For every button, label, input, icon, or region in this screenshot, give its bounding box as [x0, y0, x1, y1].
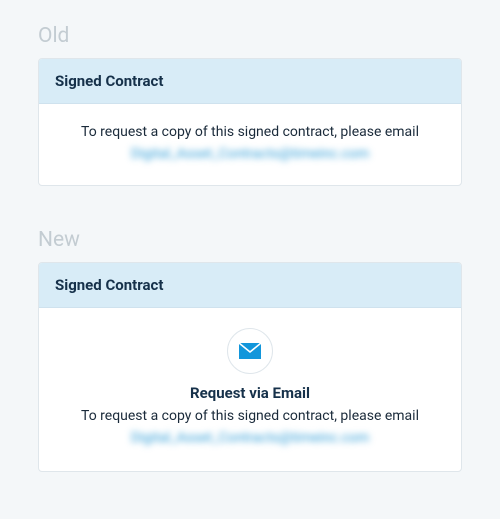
section-gap: [38, 186, 462, 228]
contact-email-new[interactable]: Digital_Asset_Contracts@timeinc.com: [131, 428, 369, 449]
card-new: Signed Contract Request via Email To req…: [38, 262, 462, 472]
card-header-new: Signed Contract: [39, 263, 461, 308]
card-header-old: Signed Contract: [39, 59, 461, 104]
card-old: Signed Contract To request a copy of thi…: [38, 58, 462, 186]
request-subhead-new: Request via Email: [55, 384, 445, 402]
card-body-new: Request via Email To request a copy of t…: [39, 308, 461, 471]
email-icon: [227, 328, 273, 374]
card-body-old: To request a copy of this signed contrac…: [39, 104, 461, 185]
request-text-new: To request a copy of this signed contrac…: [55, 406, 445, 427]
contact-email-old[interactable]: Digital_Asset_Contracts@timeinc.com: [131, 144, 369, 165]
section-label-new: New: [38, 228, 462, 252]
section-label-old: Old: [38, 24, 462, 48]
request-text-old: To request a copy of this signed contrac…: [55, 122, 445, 143]
